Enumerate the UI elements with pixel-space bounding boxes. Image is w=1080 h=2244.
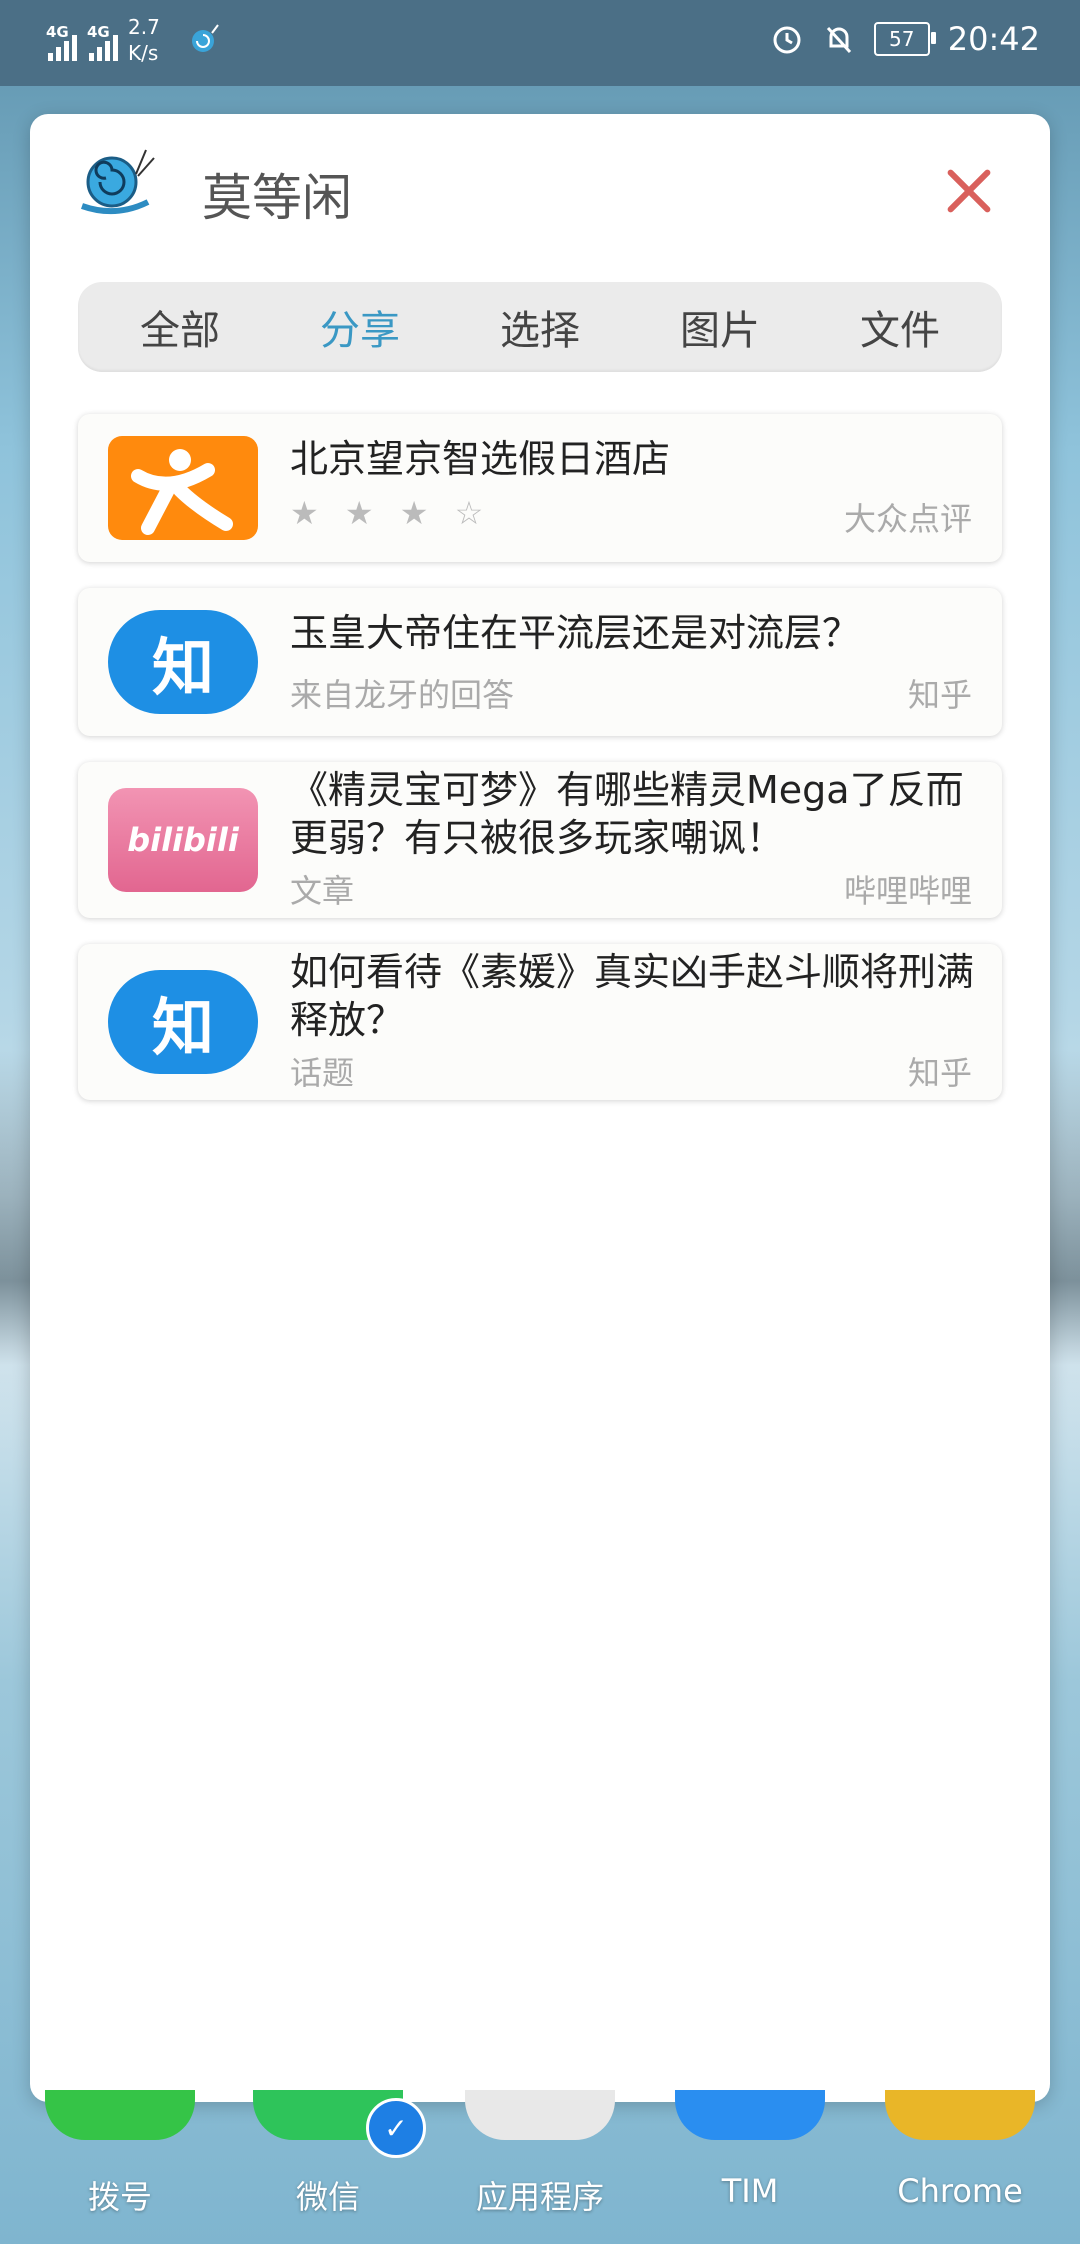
item-source: 大众点评 — [843, 500, 972, 538]
tab-select[interactable]: 选择 — [500, 298, 580, 356]
tab-bar: 全部 分享 选择 图片 文件 — [78, 282, 1002, 372]
tab-images[interactable]: 图片 — [680, 298, 760, 356]
battery-icon: 57 — [873, 22, 936, 56]
tab-share[interactable]: 分享 — [320, 298, 400, 356]
tim-icon — [675, 2090, 825, 2140]
chrome-icon — [885, 2090, 1035, 2140]
tab-files[interactable]: 文件 — [860, 298, 940, 356]
share-panel: 莫等闲 全部 分享 选择 图片 文件 北京望京智选假日酒店 ★ ★ ★ ☆ 大众… — [30, 114, 1050, 2102]
item-title: 玉皇大帝住在平流层还是对流层？ — [290, 611, 861, 655]
list-item[interactable]: 知 如何看待《素媛》真实凶手赵斗顺将刑满释放？ 话题 知乎 — [78, 944, 1002, 1100]
item-source: 哔哩哔哩 — [843, 872, 972, 910]
close-icon[interactable] — [944, 166, 994, 216]
item-source: 知乎 — [907, 1054, 972, 1092]
phone-icon — [45, 2090, 195, 2140]
list-item[interactable]: 知 玉皇大帝住在平流层还是对流层？ 来自龙牙的回答 知乎 — [78, 588, 1002, 736]
mute-notification-icon — [826, 26, 851, 54]
clock: 20:42 — [947, 20, 1040, 58]
rating-stars: ★ ★ ★ ☆ — [290, 494, 492, 532]
tab-all[interactable]: 全部 — [140, 298, 220, 356]
apps-icon — [465, 2090, 615, 2140]
zhihu-icon: 知 — [108, 610, 258, 714]
item-title: 《精灵宝可梦》有哪些精灵Mega了反而更弱？有只被很多玩家嘲讽！ — [290, 768, 964, 860]
shield-badge-icon: ✓ — [366, 2098, 426, 2158]
dianping-icon — [108, 436, 258, 540]
item-title: 如何看待《素媛》真实凶手赵斗顺将刑满释放？ — [290, 950, 975, 1042]
item-source: 知乎 — [907, 676, 972, 714]
signal-strength-icon: 4G — [46, 19, 77, 61]
bilibili-icon: bilibili — [108, 788, 258, 892]
panel-title: 莫等闲 — [202, 169, 352, 227]
status-bar: 4G 4G 2.7 K/s 57 20:42 — [0, 0, 1080, 86]
list-item[interactable]: bilibili 《精灵宝可梦》有哪些精灵Mega了反而更弱？有只被很多玩家嘲讽… — [78, 762, 1002, 918]
alarm-icon — [773, 26, 801, 54]
zhihu-icon: 知 — [108, 970, 258, 1074]
share-list: 北京望京智选假日酒店 ★ ★ ★ ☆ 大众点评 知 玉皇大帝住在平流层还是对流层… — [78, 414, 1002, 1126]
list-item[interactable]: 北京望京智选假日酒店 ★ ★ ★ ☆ 大众点评 — [78, 414, 1002, 562]
item-subtitle: 文章 — [290, 872, 355, 910]
item-subtitle: 来自龙牙的回答 — [290, 676, 515, 714]
snail-notification-icon — [192, 24, 219, 52]
item-title: 北京望京智选假日酒店 — [290, 437, 671, 481]
app-dock: 拨号 ✓ 微信 应用程序 TIM Chrome — [0, 2090, 1080, 2244]
snail-logo-icon — [81, 149, 155, 215]
item-subtitle: 话题 — [290, 1054, 355, 1092]
signal-strength-icon: 4G — [87, 19, 118, 61]
network-speed: 2.7 K/s — [128, 15, 160, 65]
panel-header: 莫等闲 — [30, 114, 1050, 254]
